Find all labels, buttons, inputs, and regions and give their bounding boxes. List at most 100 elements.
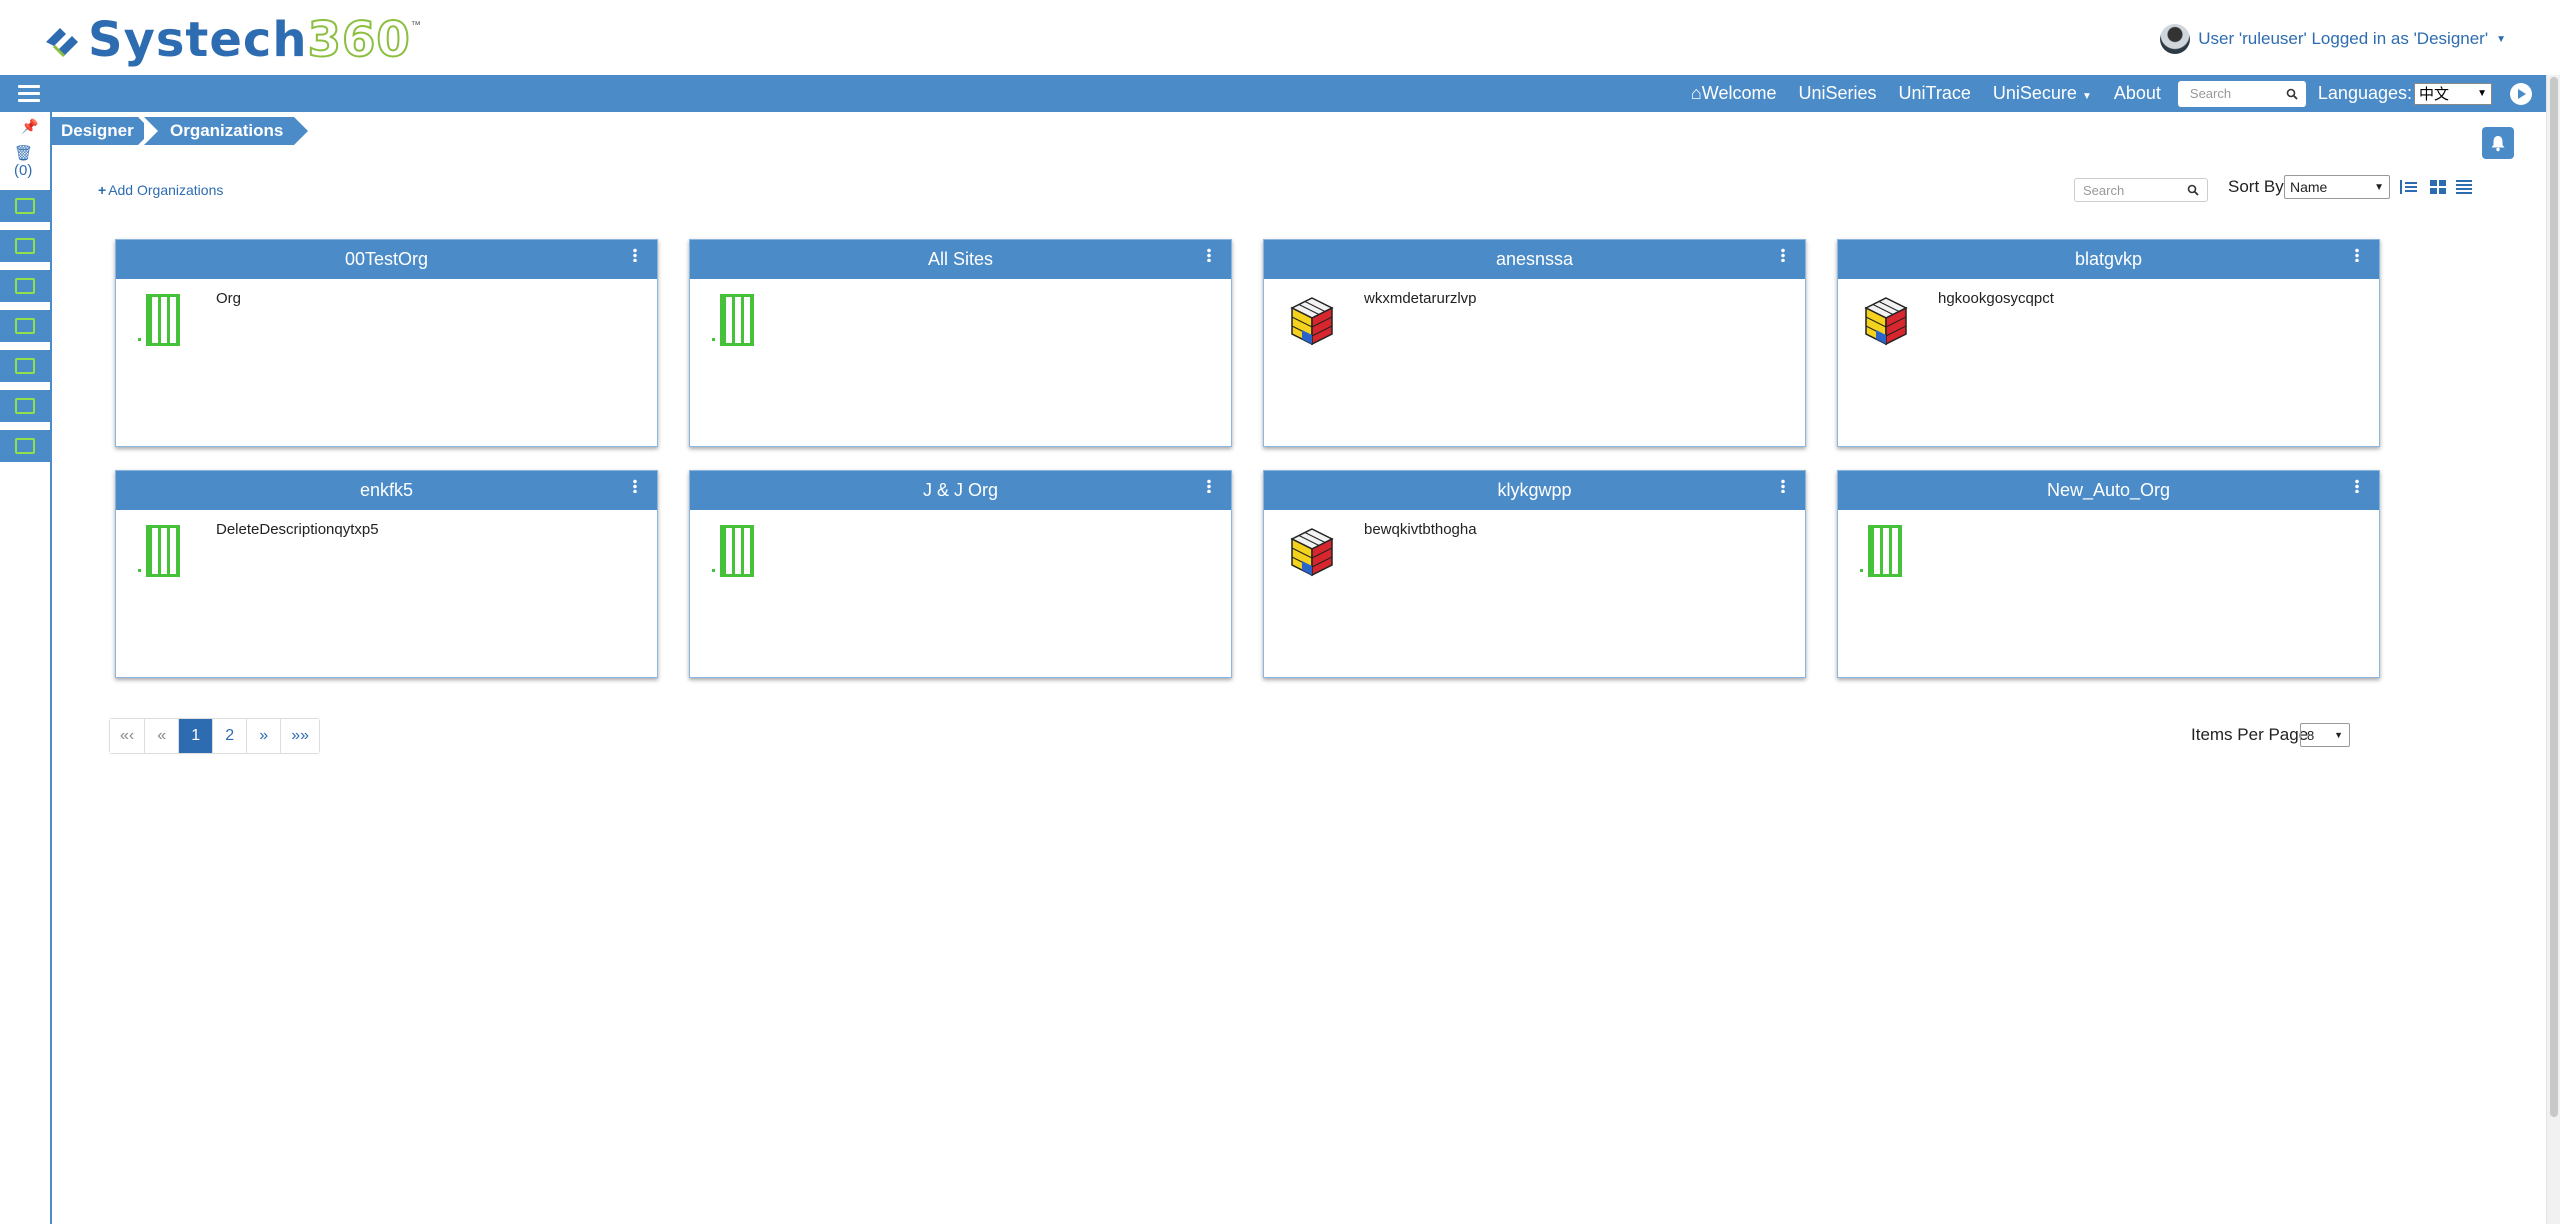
language-select[interactable]: 中文 ▼ <box>2414 82 2492 105</box>
items-per-page-select[interactable]: 8 ▼ <box>2300 723 2350 747</box>
cube-icon <box>1284 294 1334 350</box>
user-menu[interactable]: User 'ruleuser' Logged in as 'Designer' … <box>2160 24 2506 54</box>
card-title: anesnssa <box>1495 249 1574 269</box>
kebab-menu-icon[interactable] <box>1781 248 1785 262</box>
card-header: klykgwpp <box>1264 471 1805 510</box>
card-title: blatgvkp <box>2074 249 2143 269</box>
rail-line-button[interactable] <box>0 270 50 304</box>
view-toggles <box>2398 180 2472 194</box>
chevron-down-icon: ▼ <box>2496 33 2506 45</box>
app-header: Systech360 ™ User 'ruleuser' Logged in a… <box>0 0 2546 75</box>
building-icon <box>710 525 760 581</box>
rail-printer-button[interactable] <box>0 390 50 424</box>
notifications-button[interactable] <box>2482 127 2514 159</box>
line-icon <box>15 278 35 294</box>
factory-icon <box>15 318 35 334</box>
page-scrollbar[interactable] <box>2546 75 2560 1224</box>
user-avatar-icon <box>2160 24 2191 54</box>
organization-card[interactable]: klykgwpp bewqkivtbthogha <box>1263 470 1806 678</box>
nav-about[interactable]: About <box>2103 83 2172 104</box>
last-page-button[interactable]: »» <box>281 719 320 753</box>
grid-view-icon[interactable] <box>2430 180 2446 194</box>
nav-search-input[interactable]: Search <box>2177 80 2306 107</box>
card-title: J & J Org <box>922 480 998 500</box>
breadcrumb: Designer Organizations <box>52 117 308 145</box>
cube-icon <box>1858 294 1908 350</box>
organizations-search-input[interactable]: Search <box>2074 178 2208 202</box>
card-header: blatgvkp <box>1838 240 2379 279</box>
chevron-down-icon: ▼ <box>2477 88 2487 99</box>
card-header: J & J Org <box>690 471 1231 510</box>
kebab-menu-icon[interactable] <box>1207 479 1211 493</box>
device-icon <box>15 438 35 454</box>
page-1-button[interactable]: 1 <box>179 719 214 753</box>
organization-card[interactable]: 00TestOrg Org <box>115 239 658 447</box>
card-title: klykgwpp <box>1497 480 1572 500</box>
pagination: «‹ « 1 2 » »» <box>109 718 321 754</box>
organization-card[interactable]: blatgvkp hgkookgosycqpct <box>1837 239 2380 447</box>
building-icon <box>710 294 760 350</box>
organization-card[interactable]: anesnssa wkxmdetarurzlvp <box>1263 239 1806 447</box>
rail-cloud-button[interactable] <box>0 350 50 384</box>
sort-by-label: Sort By <box>2228 177 2284 196</box>
kebab-menu-icon[interactable] <box>633 248 637 262</box>
organization-card[interactable]: New_Auto_Org <box>1837 470 2380 678</box>
nav-welcome[interactable]: ⌂Welcome <box>1680 83 1788 104</box>
kebab-menu-icon[interactable] <box>1781 479 1785 493</box>
organization-card[interactable]: enkfk5 DeleteDescriptionqytxp5 <box>115 470 658 678</box>
card-description: DeleteDescriptionqytxp5 <box>216 521 379 538</box>
chevron-down-icon: ▼ <box>2081 91 2092 102</box>
add-organizations-link[interactable]: + Add Organizations <box>98 182 223 198</box>
nav-unitrace[interactable]: UniTrace <box>1888 83 1982 104</box>
user-login-text: User 'ruleuser' Logged in as 'Designer' <box>2198 29 2489 48</box>
breadcrumb-designer[interactable]: Designer <box>52 117 152 145</box>
organization-card[interactable]: J & J Org <box>689 470 1232 678</box>
sort-by-select[interactable]: Name ▼ <box>2284 175 2390 199</box>
card-header: anesnssa <box>1264 240 1805 279</box>
rail-device-button[interactable] <box>0 430 50 464</box>
pin-icon[interactable]: 📌 <box>21 118 38 135</box>
scrollbar-thumb[interactable] <box>2550 77 2558 1117</box>
trademark: ™ <box>410 20 421 31</box>
card-title: All Sites <box>927 249 994 269</box>
chevron-down-icon: ▼ <box>2374 181 2384 193</box>
items-per-page-label: Items Per Page <box>2191 725 2309 744</box>
prev-page-button[interactable]: « <box>145 719 180 753</box>
search-icon <box>2286 88 2298 100</box>
play-icon[interactable] <box>2510 82 2532 105</box>
systech-mark-icon <box>46 28 78 58</box>
kebab-menu-icon[interactable] <box>633 479 637 493</box>
trash-icon: 🗑 <box>14 145 34 162</box>
building-icon <box>136 525 186 581</box>
card-description: wkxmdetarurzlvp <box>1364 290 1477 307</box>
organization-card[interactable]: All Sites <box>689 239 1232 447</box>
items-per-page-value: 8 <box>2307 727 2315 743</box>
card-header: 00TestOrg <box>116 240 657 279</box>
hamburger-menu-icon[interactable] <box>18 85 40 103</box>
organization-cards: 00TestOrg Org All Sites anesnssa wkxmdetarur… <box>115 239 2380 678</box>
nav-search-placeholder: Search <box>2189 86 2232 101</box>
rail-site-button[interactable] <box>0 230 50 264</box>
page-2-button[interactable]: 2 <box>213 719 248 753</box>
nav-unisecure[interactable]: UniSecure ▼ <box>1982 83 2103 104</box>
kebab-menu-icon[interactable] <box>2355 479 2359 493</box>
trash-count[interactable]: 🗑(0) <box>14 144 50 179</box>
breadcrumb-organizations[interactable]: Organizations <box>144 117 308 145</box>
plus-icon: + <box>98 182 107 198</box>
first-page-button[interactable]: «‹ <box>110 719 146 753</box>
rail-hierarchy-button[interactable] <box>0 190 50 224</box>
building-icon <box>136 294 186 350</box>
hierarchy-icon <box>15 198 35 214</box>
rail-factory-button[interactable] <box>0 310 50 344</box>
sort-order-icon[interactable] <box>2398 180 2420 194</box>
bell-icon <box>2491 136 2505 152</box>
kebab-menu-icon[interactable] <box>2355 248 2359 262</box>
nav-uniseries[interactable]: UniSeries <box>1788 83 1888 104</box>
site-icon <box>15 238 35 254</box>
kebab-menu-icon[interactable] <box>1207 248 1211 262</box>
list-view-icon[interactable] <box>2456 180 2472 194</box>
card-title: New_Auto_Org <box>2046 480 2171 500</box>
home-icon: ⌂ <box>1690 83 1702 103</box>
card-header: enkfk5 <box>116 471 657 510</box>
next-page-button[interactable]: » <box>247 719 282 753</box>
